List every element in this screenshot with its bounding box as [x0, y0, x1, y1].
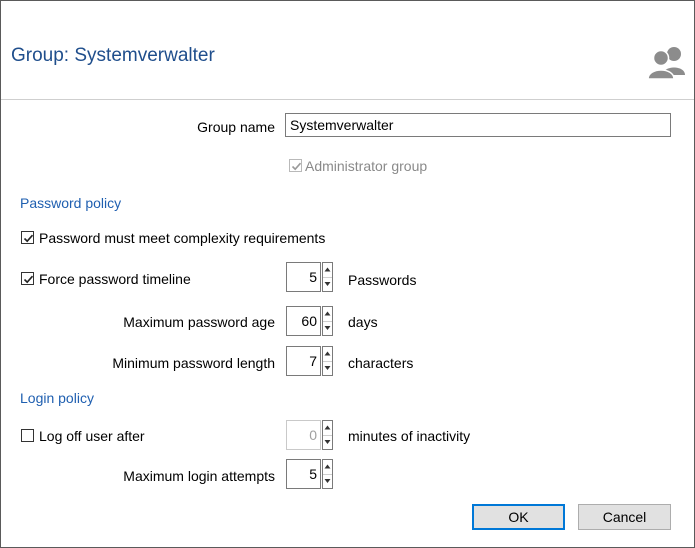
arrow-down-icon — [324, 479, 331, 483]
password-timeline-spinner[interactable]: 5 — [286, 262, 334, 292]
arrow-down-icon — [324, 282, 331, 286]
administrator-group-label: Administrator group — [305, 158, 428, 174]
arrow-up-icon — [324, 351, 331, 356]
spinner-arrows — [322, 459, 333, 489]
arrow-up-icon — [324, 311, 331, 316]
complexity-label: Password must meet complexity requiremen… — [39, 230, 326, 246]
password-policy-header: Password policy — [20, 195, 122, 211]
dialog-title: Group: Systemverwalter — [11, 45, 215, 66]
spin-down-button[interactable] — [323, 474, 332, 488]
spin-up-button[interactable] — [323, 421, 332, 436]
spin-down-button[interactable] — [323, 277, 332, 291]
max-password-age-value[interactable]: 60 — [286, 306, 321, 336]
max-password-age-spinner[interactable]: 60 — [286, 306, 334, 336]
spin-down-button[interactable] — [323, 435, 332, 449]
checkmark-icon — [291, 162, 302, 171]
cancel-button[interactable]: Cancel — [578, 504, 671, 530]
max-login-attempts-label: Maximum login attempts — [123, 468, 275, 484]
password-timeline-label: Force password timeline — [39, 271, 191, 287]
max-login-attempts-spinner[interactable]: 5 — [286, 459, 334, 489]
inactivity-minutes-spinner[interactable]: 0 — [286, 420, 334, 450]
arrow-down-icon — [324, 366, 331, 370]
arrow-up-icon — [324, 267, 331, 272]
dialog-header: Group: Systemverwalter — [1, 1, 694, 100]
password-timeline-checkbox[interactable] — [21, 272, 34, 285]
password-timeline-unit: Passwords — [348, 272, 417, 288]
arrow-up-icon — [324, 425, 331, 430]
inactivity-minutes-unit: minutes of inactivity — [348, 428, 471, 444]
users-icon — [647, 47, 685, 79]
log-off-checkbox[interactable] — [21, 429, 34, 442]
spin-up-button[interactable] — [323, 263, 332, 278]
ok-button[interactable]: OK — [472, 504, 565, 530]
group-dialog: Group: Systemverwalter Group name Admini… — [0, 0, 695, 548]
spin-down-button[interactable] — [323, 361, 332, 375]
complexity-checkbox[interactable] — [21, 231, 34, 244]
checkmark-icon — [23, 234, 34, 243]
spinner-arrows — [322, 346, 333, 376]
spin-up-button[interactable] — [323, 347, 332, 362]
log-off-label: Log off user after — [39, 428, 145, 444]
max-password-age-unit: days — [348, 314, 378, 330]
min-password-length-unit: characters — [348, 355, 414, 371]
spin-up-button[interactable] — [323, 460, 332, 475]
administrator-group-checkbox[interactable] — [289, 159, 302, 172]
min-password-length-label: Minimum password length — [112, 355, 275, 371]
spinner-arrows — [322, 262, 333, 292]
spin-up-button[interactable] — [323, 307, 332, 322]
password-timeline-value[interactable]: 5 — [286, 262, 321, 292]
arrow-down-icon — [324, 326, 331, 330]
arrow-up-icon — [324, 464, 331, 469]
spinner-arrows — [322, 306, 333, 336]
arrow-down-icon — [324, 440, 331, 444]
group-name-label: Group name — [197, 119, 275, 135]
spin-down-button[interactable] — [323, 321, 332, 335]
min-password-length-spinner[interactable]: 7 — [286, 346, 334, 376]
max-login-attempts-value[interactable]: 5 — [286, 459, 321, 489]
group-name-input[interactable] — [285, 113, 671, 137]
login-policy-header: Login policy — [20, 390, 94, 406]
max-password-age-label: Maximum password age — [123, 314, 275, 330]
spinner-arrows — [322, 420, 333, 450]
inactivity-minutes-value[interactable]: 0 — [286, 420, 321, 450]
min-password-length-value[interactable]: 7 — [286, 346, 321, 376]
checkmark-icon — [23, 275, 34, 284]
